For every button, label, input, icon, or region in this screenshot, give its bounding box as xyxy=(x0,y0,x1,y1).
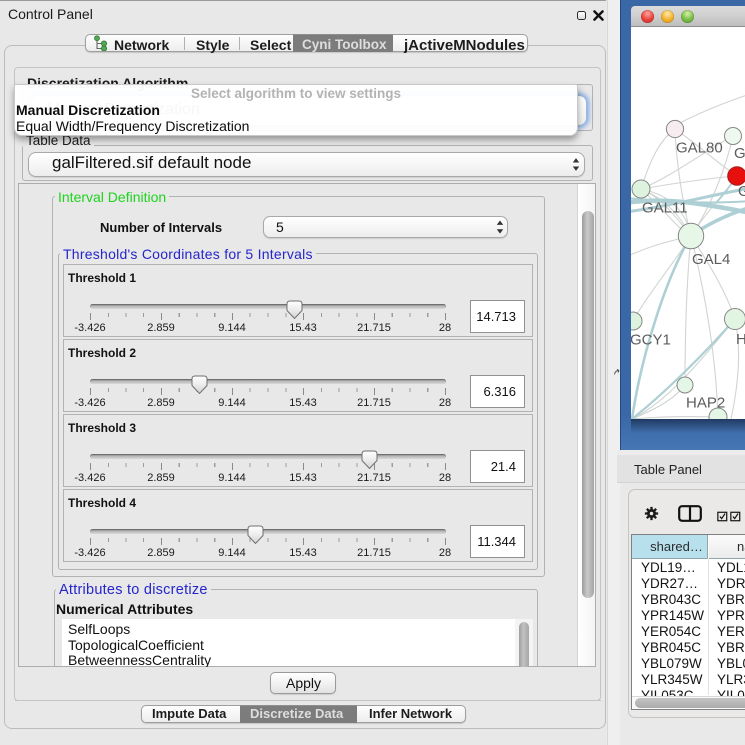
svg-text:GAL80: GAL80 xyxy=(676,140,723,157)
svg-text:G: G xyxy=(738,183,745,200)
svg-text:GAL4: GAL4 xyxy=(692,251,730,268)
svg-text:GAL11: GAL11 xyxy=(642,200,688,217)
svg-text:HAP2: HAP2 xyxy=(686,395,725,412)
svg-text:GAL80: GAL80 xyxy=(734,145,745,162)
svg-text:HIS4: HIS4 xyxy=(736,331,745,348)
svg-text:GCY1: GCY1 xyxy=(631,332,671,349)
